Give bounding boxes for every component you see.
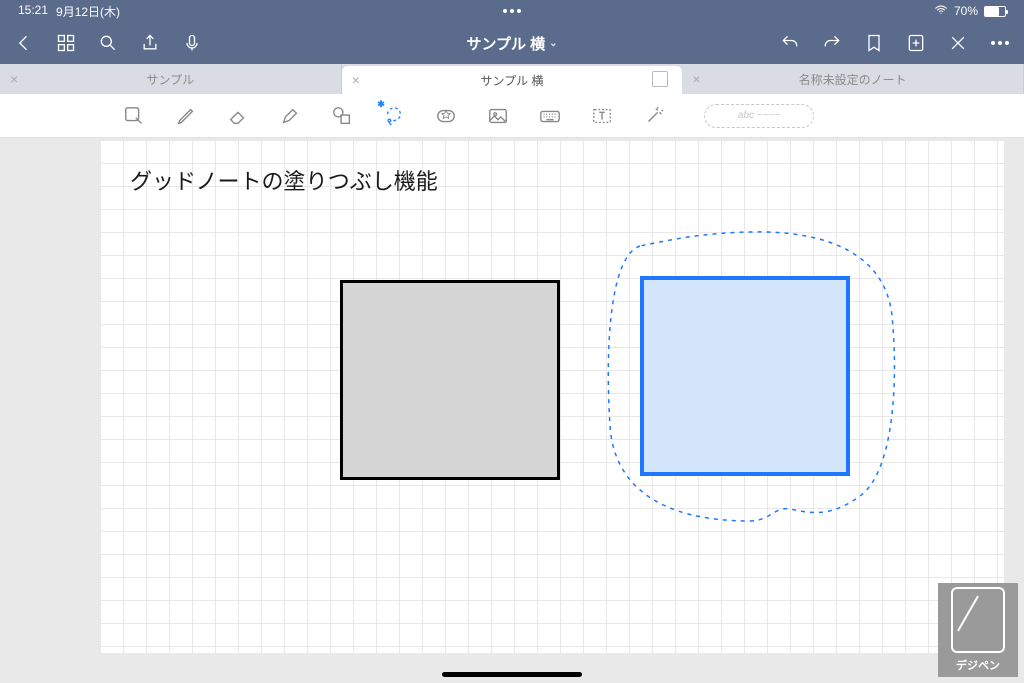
home-indicator[interactable] (442, 672, 582, 677)
tab-close-icon[interactable]: × (10, 71, 18, 87)
tab-label: サンプル (147, 71, 195, 88)
bluetooth-badge-icon: ✱ (377, 99, 385, 110)
watermark-tablet-icon (951, 587, 1005, 653)
highlighter-tool[interactable] (276, 102, 304, 130)
laser-tool[interactable] (640, 102, 668, 130)
tab-close-icon[interactable]: × (692, 71, 700, 87)
close-icon[interactable] (948, 33, 968, 53)
gray-square-shape[interactable] (340, 280, 560, 480)
canvas-area[interactable]: グッドノートの塗りつぶし機能 (0, 138, 1024, 683)
image-tool[interactable] (484, 102, 512, 130)
lasso-selection[interactable] (600, 226, 900, 526)
textbox-tool[interactable] (588, 102, 616, 130)
handwriting-placeholder: abc ~~~~ (738, 110, 780, 121)
undo-icon[interactable] (780, 33, 800, 53)
keyboard-tool[interactable] (536, 102, 564, 130)
watermark-label: デジペン (956, 657, 1000, 673)
zoom-tool[interactable] (120, 102, 148, 130)
tool-toolbar: ✱ abc ~~~~ (0, 94, 1024, 138)
handwriting-preview[interactable]: abc ~~~~ (704, 104, 814, 128)
multitask-dots[interactable] (503, 9, 521, 13)
watermark-badge: デジペン (938, 583, 1018, 677)
pages-icon[interactable] (654, 73, 668, 87)
tab-close-icon[interactable]: × (352, 72, 360, 88)
tab-label: サンプル 横 (481, 72, 544, 89)
mic-icon[interactable] (182, 33, 202, 53)
add-page-icon[interactable] (906, 33, 926, 53)
share-icon[interactable] (140, 33, 160, 53)
tab-sample[interactable]: × サンプル (0, 64, 342, 94)
tab-untitled[interactable]: × 名称未設定のノート (682, 64, 1024, 94)
document-tabs: × サンプル × サンプル 横 × 名称未設定のノート (0, 64, 1024, 94)
back-icon[interactable] (14, 33, 34, 53)
eraser-tool[interactable] (224, 102, 252, 130)
shape-tool[interactable] (328, 102, 356, 130)
status-battery-pct: 70% (954, 4, 978, 18)
document-title-dropdown[interactable]: サンプル 横 ⌄ (466, 33, 557, 54)
status-date: 9月12日(木) (56, 3, 120, 20)
bookmark-icon[interactable] (864, 33, 884, 53)
search-icon[interactable] (98, 33, 118, 53)
tab-sample-landscape[interactable]: × サンプル 横 (342, 66, 683, 94)
document-title: サンプル 横 (466, 33, 545, 54)
status-bar: 15:21 9月12日(木) 70% (0, 0, 1024, 22)
elements-tool[interactable] (432, 102, 460, 130)
more-icon[interactable] (990, 33, 1010, 53)
lasso-tool[interactable]: ✱ (380, 102, 408, 130)
wifi-icon (934, 3, 948, 20)
note-page[interactable]: グッドノートの塗りつぶし機能 (100, 140, 1004, 653)
grid-icon[interactable] (56, 33, 76, 53)
redo-icon[interactable] (822, 33, 842, 53)
note-heading: グッドノートの塗りつぶし機能 (130, 164, 438, 196)
app-navbar: サンプル 横 ⌄ (0, 22, 1024, 64)
battery-icon (984, 6, 1006, 17)
chevron-down-icon: ⌄ (549, 38, 557, 49)
status-time: 15:21 (18, 3, 48, 20)
pen-tool[interactable] (172, 102, 200, 130)
tab-label: 名称未設定のノート (799, 71, 907, 88)
